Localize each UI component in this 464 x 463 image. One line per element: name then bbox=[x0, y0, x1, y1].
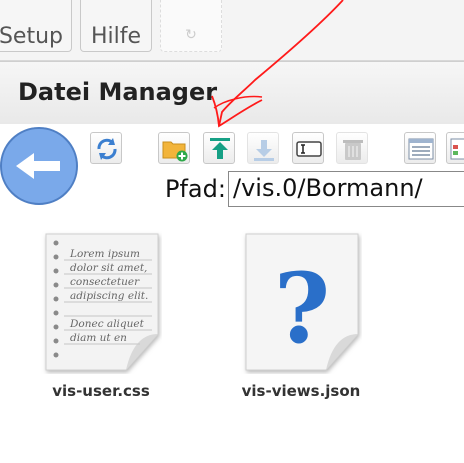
red-annotation-arrow bbox=[211, 0, 344, 128]
